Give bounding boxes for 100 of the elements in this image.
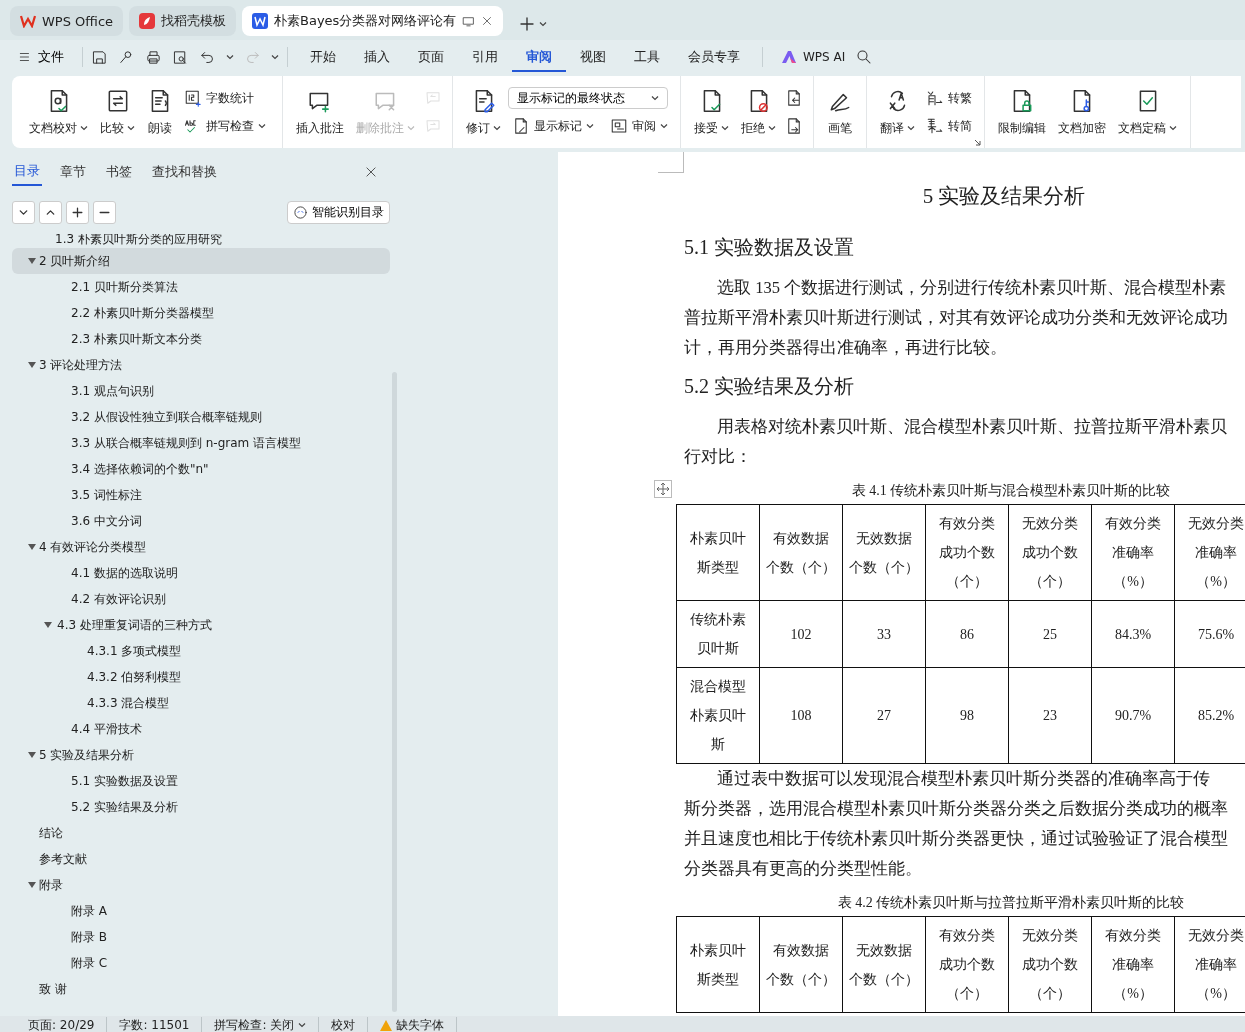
toc-item[interactable]: 3.5 词性标注 (12, 482, 390, 508)
document-arrow-left-icon (785, 89, 803, 107)
menu-tab[interactable]: 引用 (458, 42, 512, 72)
panel-tab[interactable]: 章节 (58, 159, 88, 185)
toc-item[interactable]: 3.2 从假设性独立到联合概率链规则 (12, 404, 390, 430)
markup-dropdown[interactable]: 显示标记的最终状态 (508, 87, 668, 109)
collapse-button[interactable] (39, 200, 62, 224)
caret-icon (127, 125, 135, 131)
toc-item[interactable]: 3 评论处理方法 (12, 352, 390, 378)
ribbon-tool-button[interactable]: 文档校对 (24, 80, 93, 144)
expanded-triangle-icon[interactable] (28, 361, 36, 369)
expanded-triangle-icon[interactable] (28, 543, 36, 551)
ribbon-tool-button[interactable]: 拒绝 (736, 80, 781, 144)
table-cell: 无效分类 成功个数 （个） (1008, 504, 1092, 601)
menu-tab[interactable]: 页面 (404, 42, 458, 72)
ribbon-tool-button[interactable]: 字数统计 (180, 87, 270, 109)
ribbon-tool-button[interactable]: 比较 (95, 80, 140, 144)
toc-item[interactable]: 3.6 中文分词 (12, 508, 390, 534)
ribbon-tool-button[interactable]: 修订 (461, 80, 506, 144)
ribbon-tool-button[interactable]: 翻译 (875, 80, 920, 144)
paragraph-line: 计，再用分类器得出准确率，再进行比较。 (684, 337, 1008, 359)
window-tab[interactable]: WPS Office (10, 6, 124, 36)
table-cell: 朴素贝叶 斯类型 (676, 916, 760, 1013)
menu-tab[interactable]: 会员专享 (674, 42, 754, 72)
table-cell: 84.3% (1091, 600, 1175, 668)
toc-item[interactable]: 结论 (12, 820, 390, 846)
toc-item[interactable]: 2.1 贝叶斯分类算法 (12, 274, 390, 300)
toc-item[interactable]: 致 谢 (12, 976, 390, 1002)
toc-item[interactable]: 参考文献 (12, 846, 390, 872)
toc-item[interactable]: 2.2 朴素贝叶斯分类器模型 (12, 300, 390, 326)
expanded-triangle-icon[interactable] (44, 621, 52, 629)
smart-toc-button[interactable]: 智能识别目录 (287, 200, 390, 224)
menu-tab[interactable]: 审阅 (512, 42, 566, 72)
dialog-launcher-icon[interactable] (974, 139, 981, 146)
status-item[interactable]: 拼写检查: 关闭 (202, 1016, 320, 1032)
toc-item[interactable]: 2 贝叶斯介绍 (12, 248, 390, 274)
window-tab[interactable]: 找稻壳模板 (129, 6, 237, 36)
toc-item[interactable]: 4.3 处理重复词语的三种方式 (12, 612, 390, 638)
toc-item[interactable]: 附录 B (12, 924, 390, 950)
toc-item[interactable]: 附录 A (12, 898, 390, 924)
add-button[interactable] (66, 200, 89, 224)
toc-item[interactable]: 5.1 实验数据及设置 (12, 768, 390, 794)
ribbon-tool-button[interactable]: 转简 (922, 115, 976, 137)
file-menu[interactable]: 文件 (18, 48, 74, 66)
section-heading: 5.1 实验数据及设置 (684, 235, 855, 260)
document-arrow-right-icon (785, 117, 803, 135)
toc-item[interactable]: 2.3 朴素贝叶斯文本分类 (12, 326, 390, 352)
expanded-triangle-icon[interactable] (28, 881, 36, 889)
toc-item[interactable]: 附录 (12, 872, 390, 898)
menu-tab[interactable]: 工具 (620, 42, 674, 72)
previous-comment-icon (424, 89, 442, 107)
caret-icon (258, 123, 266, 129)
ai-button[interactable]: WPS AI (771, 50, 856, 64)
status-item[interactable]: 缺失字体 (368, 1016, 458, 1032)
ribbon-tool-button[interactable]: 画笔 (822, 80, 858, 144)
status-item[interactable]: 字数: 11501 (107, 1016, 203, 1032)
ribbon-tool-button[interactable]: 审阅 (606, 115, 672, 137)
toc-item[interactable]: 4.1 数据的选取说明 (12, 560, 390, 586)
toc-item[interactable]: 4.2 有效评论识别 (12, 586, 390, 612)
ribbon-tool-button[interactable]: 显示标记 (508, 115, 598, 137)
toc-item[interactable]: 4.3.1 多项式模型 (12, 638, 390, 664)
table-caption: 表 4.2 传统朴素贝叶斯与拉普拉斯平滑朴素贝叶斯的比较 (837, 895, 1185, 910)
caret-icon (226, 54, 234, 60)
ribbon-tool-button[interactable]: 拼写检查 (180, 115, 270, 137)
status-item[interactable]: 页面: 20/29 (16, 1016, 108, 1032)
expand-button[interactable] (12, 200, 35, 224)
status-item[interactable]: 校对 (319, 1016, 369, 1032)
ribbon-tool-button[interactable]: 文档定稿 (1113, 80, 1182, 144)
expanded-triangle-icon[interactable] (28, 257, 36, 265)
panel-tab[interactable]: 书签 (104, 159, 134, 185)
toc-item[interactable]: 4.3.3 混合模型 (12, 690, 390, 716)
menu-tab[interactable]: 插入 (350, 42, 404, 72)
table-cell: 86 (925, 600, 1009, 668)
ribbon-tool-button[interactable]: 朗读 (142, 80, 178, 144)
toc-item[interactable]: 3.3 从联合概率链规则到 n-gram 语言模型 (12, 430, 390, 456)
ribbon-tool-button[interactable]: 插入批注 (291, 80, 349, 144)
window-tab[interactable]: 朴素Bayes分类器对网络评论有 (242, 6, 504, 36)
ribbon-tool-button[interactable]: 接受 (689, 80, 734, 144)
paragraph-line: 普拉斯平滑朴素贝叶斯进行测试，对其有效评论成功分类和无效评论成功 (684, 307, 1229, 329)
toc-item[interactable]: 3.4 选择依赖词的个数"n" (12, 456, 390, 482)
ribbon-tool-button[interactable]: 限制编辑 (993, 80, 1051, 144)
toc-item[interactable]: 3.1 观点句识别 (12, 378, 390, 404)
ribbon-tool-button[interactable]: 转繁 (922, 87, 976, 109)
ribbon-tool-button[interactable]: 文档加密 (1053, 80, 1111, 144)
caret-icon (721, 125, 729, 131)
toc-item[interactable]: 5 实验及结果分析 (12, 742, 390, 768)
toc-item[interactable]: 4 有效评论分类模型 (12, 534, 390, 560)
panel-tab[interactable]: 查找和替换 (150, 159, 219, 185)
toc-item[interactable]: 4.3.2 伯努利模型 (12, 664, 390, 690)
expanded-triangle-icon[interactable] (28, 751, 36, 759)
toc-item[interactable]: 4.4 平滑技术 (12, 716, 390, 742)
move-handle-icon[interactable] (654, 480, 672, 498)
table-cell: 有效数据 个数（个） (759, 504, 843, 601)
panel-tab[interactable]: 目录 (12, 158, 42, 186)
toc-item[interactable]: 附录 C (12, 950, 390, 976)
menu-tab[interactable]: 视图 (566, 42, 620, 72)
toc-item[interactable]: 5.2 实验结果及分析 (12, 794, 390, 820)
close-icon (481, 15, 494, 27)
table-cell: 98 (925, 667, 1009, 764)
menu-tab[interactable]: 开始 (296, 42, 350, 72)
